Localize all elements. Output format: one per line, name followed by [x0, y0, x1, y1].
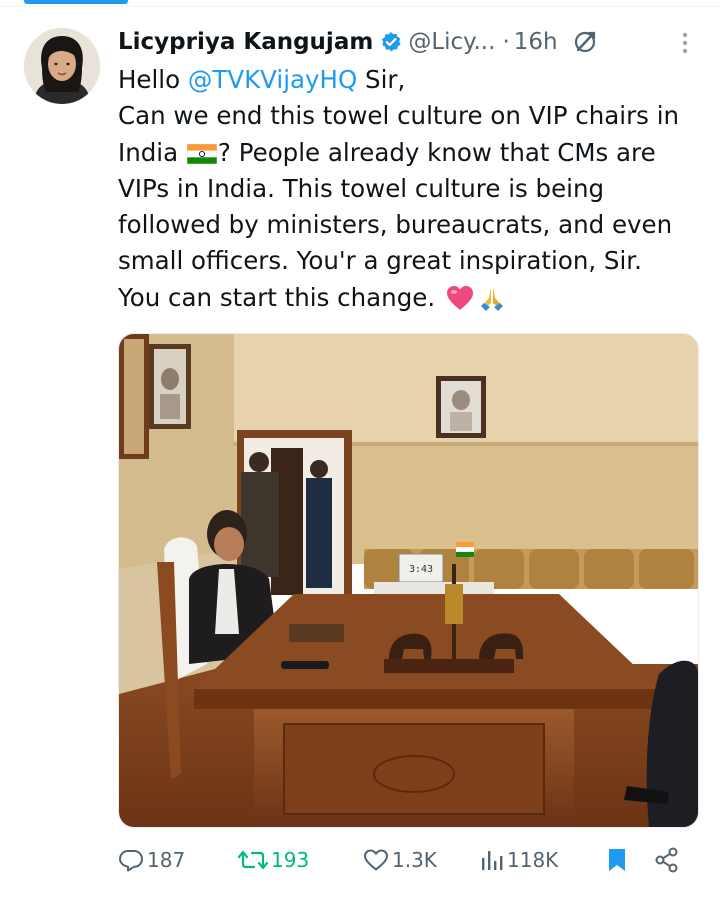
- tweet-line: small officers. You'r a great inspiratio…: [118, 246, 642, 276]
- repost-icon: [238, 850, 268, 870]
- share-icon: [655, 847, 678, 873]
- repost-button[interactable]: 193: [238, 840, 309, 880]
- office-photo: 3:43: [119, 334, 698, 827]
- text-segment: ? People already know that CMs are: [217, 137, 656, 167]
- more-options-icon[interactable]: [682, 32, 688, 54]
- divider: [0, 6, 720, 7]
- clock-display: 3:43: [409, 564, 433, 575]
- active-tab-underline: [24, 0, 128, 4]
- separator-dot: ·: [502, 29, 510, 55]
- tweet-line: VIPs in India. This towel culture is bei…: [118, 173, 605, 203]
- heart-outline-icon: [364, 849, 388, 871]
- bookmark-button[interactable]: [606, 840, 631, 880]
- folded-hands-icon: [477, 284, 507, 312]
- tweet-line: India ? People already know that CMs are: [118, 135, 708, 171]
- tweet-text: Hello @TVKVijayHQ Sir, Can we end this t…: [118, 62, 708, 316]
- repost-count: 193: [271, 848, 310, 872]
- text-segment: Sir,: [357, 65, 406, 94]
- tweet-line: Can we end this towel culture on VIP cha…: [118, 101, 680, 131]
- share-button[interactable]: [654, 840, 683, 880]
- reply-icon: [119, 850, 143, 872]
- tweet-line: You can start this change.: [118, 280, 708, 316]
- avatar-image: [24, 28, 100, 104]
- verified-badge-icon[interactable]: [380, 31, 402, 53]
- views-button[interactable]: 118K: [480, 840, 558, 880]
- reply-count: 187: [147, 848, 186, 872]
- tweet-line: Hello @TVKVijayHQ Sir,: [118, 62, 708, 98]
- views-chart-icon: [482, 851, 503, 870]
- mention-link[interactable]: @TVKVijayHQ: [188, 65, 357, 94]
- author-handle[interactable]: @Licy...: [408, 29, 495, 55]
- india-flag-icon: [186, 138, 218, 164]
- tweet-header: Licypriya Kangujam @Licy... · 16h: [118, 22, 694, 62]
- view-count: 118K: [507, 848, 559, 872]
- reply-button[interactable]: 187: [118, 840, 185, 880]
- avatar[interactable]: [24, 28, 100, 104]
- bookmark-filled-icon: [609, 849, 625, 871]
- tweet-line: followed by ministers, bureaucrats, and …: [118, 210, 673, 240]
- like-count: 1.3K: [392, 848, 437, 872]
- like-button[interactable]: 1.3K: [363, 840, 437, 880]
- text-segment: Hello: [118, 65, 188, 94]
- grok-icon[interactable]: [572, 29, 598, 55]
- timestamp[interactable]: 16h: [514, 29, 558, 55]
- heart-icon: [445, 284, 475, 312]
- text-segment: India: [118, 137, 186, 167]
- top-tab-indicator: [0, 0, 720, 7]
- tweet-action-bar: 187 193 1.3K 118K: [118, 840, 698, 880]
- text-segment: You can start this change.: [118, 282, 443, 312]
- tweet-media-photo[interactable]: 3:43: [118, 333, 699, 828]
- author-name[interactable]: Licypriya Kangujam: [118, 29, 373, 55]
